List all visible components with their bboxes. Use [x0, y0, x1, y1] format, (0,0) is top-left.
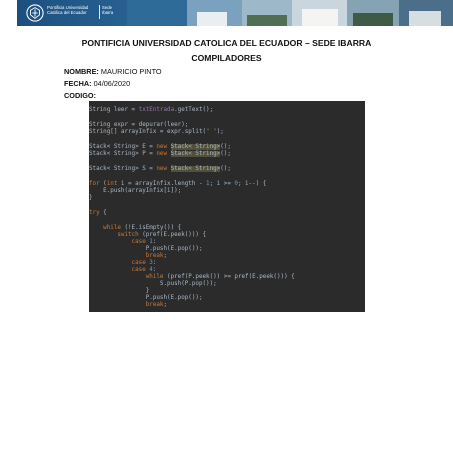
- nombre-field: NOMBRE: MAURICIO PINTO: [64, 67, 162, 76]
- code-line: break;: [89, 302, 168, 308]
- code-line: Stack< String> E = new Stack< String>();: [89, 144, 231, 150]
- code-line: Stack< String> P = new Stack< String>();: [89, 151, 231, 157]
- code-line: try {: [89, 210, 107, 216]
- code-line: P.push(E.pop());: [89, 295, 203, 301]
- code-line: String leer = txtEntrada.getText();: [89, 107, 214, 113]
- codigo-field: CODIGO:: [64, 91, 96, 100]
- code-line: E.push(arrayInfix[i]);: [89, 188, 182, 194]
- nombre-label: NOMBRE:: [64, 67, 99, 76]
- code-line: String[] arrayInfix = expr.split(" ");: [89, 129, 224, 135]
- code-screenshot: String leer = txtEntrada.getText(); Stri…: [89, 101, 365, 312]
- code-line: S.push(P.pop());: [89, 281, 217, 287]
- code-line: break;: [89, 253, 168, 259]
- campus-name: Sede Ibarra: [102, 5, 113, 15]
- code-line: while (pref(P.peek()) >= pref(E.peek()))…: [89, 274, 295, 280]
- code-line: case 1:: [89, 239, 157, 245]
- university-name-line2: Católica del Ecuador: [47, 10, 87, 16]
- code-line: String expr = depurar(leer);: [89, 122, 189, 128]
- university-name: Pontificia Universidad Católica del Ecua…: [47, 5, 88, 15]
- campus-photo-strip: [127, 0, 453, 26]
- code-line: }: [89, 195, 93, 201]
- code-line: while (!E.isEmpty()) {: [89, 225, 182, 231]
- fecha-value: 04/06/2020: [93, 79, 131, 88]
- code-line: P.push(E.pop());: [89, 246, 203, 252]
- code-line: Stack< String> S = new Stack< String>();: [89, 166, 231, 172]
- document-title: PONTIFICIA UNIVERSIDAD CATOLICA DEL ECUA…: [81, 38, 372, 48]
- document-subtitle: COMPILADORES: [191, 53, 262, 63]
- fecha-field: FECHA: 04/06/2020: [64, 79, 130, 88]
- code-line: for (int i = arrayInfix.length - 1; i >=…: [89, 181, 267, 187]
- header-banner: Pontificia Universidad Católica del Ecua…: [17, 0, 453, 26]
- code-line: case 3:: [89, 260, 157, 266]
- nombre-value: MAURICIO PINTO: [100, 67, 162, 76]
- fecha-label: FECHA:: [64, 79, 92, 88]
- university-crest-icon: [26, 4, 44, 22]
- code-line: case 4:: [89, 267, 157, 273]
- campus-name-line2: Ibarra: [102, 10, 114, 16]
- codigo-label: CODIGO:: [64, 91, 97, 100]
- code-line: }: [89, 288, 150, 294]
- code-line: switch (pref(E.peek())) {: [89, 232, 207, 238]
- banner-divider: [99, 5, 100, 19]
